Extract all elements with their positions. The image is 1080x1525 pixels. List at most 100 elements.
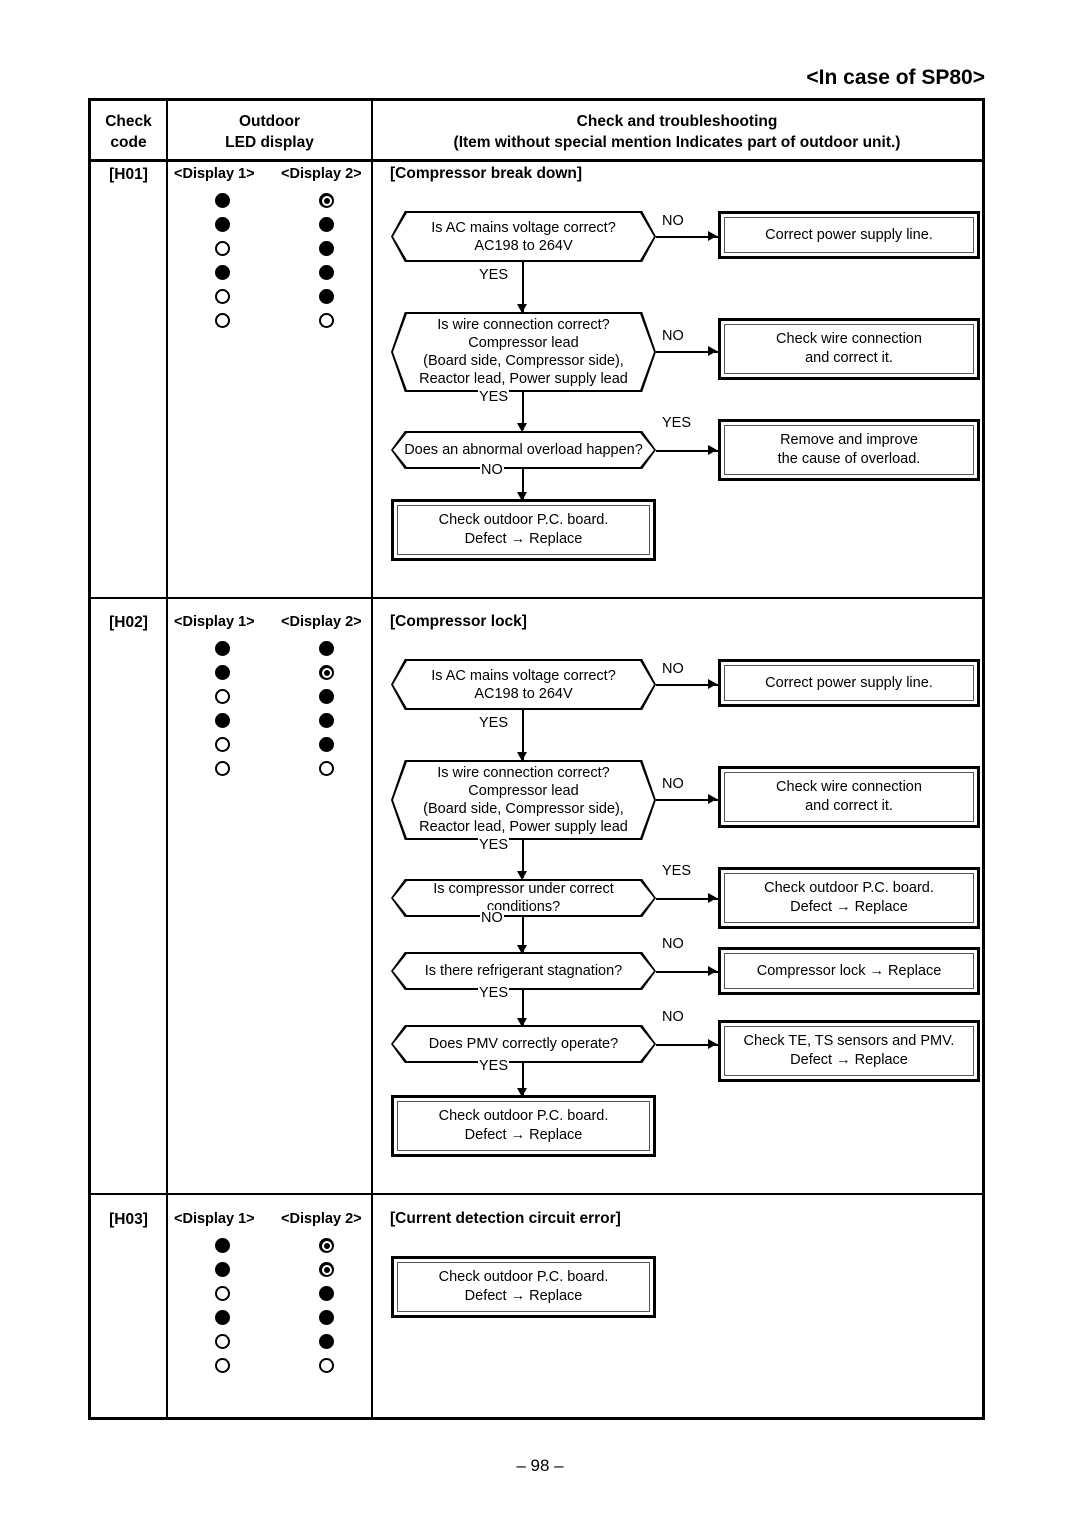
led-h03-d2-3 xyxy=(319,1286,334,1301)
decision-h02-d4-line1: Is there refrigerant stagnation? xyxy=(424,963,623,979)
arrowhead-h01-d2-yes xyxy=(517,423,527,432)
header-led-line2: LED display xyxy=(225,134,314,151)
action-h03-a1-line1: Check outdoor P.C. board. xyxy=(438,1269,609,1285)
arrowhead-h01-d3-yes xyxy=(708,445,717,455)
action-h02-a5-line2: Defect → Replace xyxy=(790,1052,908,1068)
action-h01-a3-line1: Remove and improve xyxy=(780,432,918,448)
action-h02-a2-line2: and correct it. xyxy=(805,798,893,814)
row-divider-h01-h02 xyxy=(91,597,982,599)
decision-h01-d2: Is wire connection correct? Compressor l… xyxy=(391,312,656,392)
decision-h01-d3-line1: Does an abnormal overload happen? xyxy=(404,442,643,458)
label-h01-d2-no: NO xyxy=(661,328,685,344)
led-h02-d2-1 xyxy=(319,641,334,656)
label-h02-d2-no: NO xyxy=(661,776,685,792)
led-h01-d1-2 xyxy=(215,217,230,232)
led-h02-d2-4 xyxy=(319,713,334,728)
led-h01-d2-2 xyxy=(319,217,334,232)
led-h01-d1-3 xyxy=(215,241,230,256)
label-h01-d1-yes: YES xyxy=(478,267,510,283)
led-h03-d2-2 xyxy=(319,1262,334,1277)
led-h01-d2-1 xyxy=(319,193,334,208)
led-h02-d1-3 xyxy=(215,689,230,704)
led-h02-d1-6 xyxy=(215,761,230,776)
action-h03-a1-line2: Defect → Replace xyxy=(464,1288,583,1304)
header-check-troubleshooting: Check and troubleshooting (Item without … xyxy=(373,111,981,153)
led-h03-d2-4 xyxy=(319,1310,334,1325)
led-h01-d1-6 xyxy=(215,313,230,328)
decision-h01-d2-line1: Is wire connection correct? xyxy=(437,317,610,333)
action-h02-a1: Correct power supply line. xyxy=(718,659,980,707)
action-h02-a4: Compressor lock → Replace xyxy=(718,947,980,995)
manual-page: <In case of SP80> Check code Outdoor LED… xyxy=(0,0,1080,1525)
action-h02-a1-line1: Correct power supply line. xyxy=(765,674,933,691)
check-code-h03: [H03] xyxy=(109,1211,148,1228)
label-h02-d5-no: NO xyxy=(661,1009,685,1025)
error-name-h01: [Compressor break down] xyxy=(390,165,583,182)
action-h01-a2-line1: Check wire connection xyxy=(776,331,922,347)
led-h02-d1-2 xyxy=(215,665,230,680)
display2-label-h03: <Display 2> xyxy=(281,1211,362,1227)
display1-label-h01: <Display 1> xyxy=(174,166,255,182)
arrowhead-h02-d3-yes xyxy=(708,893,717,903)
action-h02-a5: Check TE, TS sensors and PMV. Defect → R… xyxy=(718,1020,980,1082)
decision-h02-d2-line3: (Board side, Compressor side), xyxy=(423,801,624,817)
display1-label-h02: <Display 1> xyxy=(174,614,255,630)
decision-h02-d4: Is there refrigerant stagnation? xyxy=(391,952,656,990)
decision-h02-d2-line4: Reactor lead, Power supply lead xyxy=(419,819,628,835)
decision-h01-d2-line4: Reactor lead, Power supply lead xyxy=(419,371,628,387)
header-led-line1: Outdoor xyxy=(238,113,301,130)
led-h01-d1-5 xyxy=(215,289,230,304)
check-code-h01: [H01] xyxy=(109,166,148,183)
error-name-h03: [Current detection circuit error] xyxy=(390,1210,621,1227)
led-h03-d1-3 xyxy=(215,1286,230,1301)
label-h02-d1-no: NO xyxy=(661,661,685,677)
arrowhead-h02-d2-no xyxy=(708,794,717,804)
header-ct-line2: (Item without special mention Indicates … xyxy=(453,134,901,151)
action-h02-a2-line1: Check wire connection xyxy=(776,779,922,795)
label-h02-d5-yes: YES xyxy=(478,1058,510,1074)
decision-h02-d5: Does PMV correctly operate? xyxy=(391,1025,656,1063)
action-h02-a6-line2: Defect → Replace xyxy=(464,1127,583,1143)
arrowhead-h02-d4-no xyxy=(708,966,717,976)
action-h02-a6-line1: Check outdoor P.C. board. xyxy=(438,1108,609,1124)
action-h01-a4: Check outdoor P.C. board. Defect → Repla… xyxy=(391,499,656,561)
decision-h02-d3-line1: Is compressor under correct conditions? xyxy=(433,881,614,915)
led-h01-d2-5 xyxy=(319,289,334,304)
led-h01-d2-3 xyxy=(319,241,334,256)
arrowhead-h01-d1-no xyxy=(708,231,717,241)
page-number: – 98 – xyxy=(516,1456,564,1475)
led-h03-d2-1 xyxy=(319,1238,334,1253)
decision-h01-d2-line2: Compressor lead xyxy=(468,335,579,351)
led-h03-d2-6 xyxy=(319,1358,334,1373)
display1-label-h03: <Display 1> xyxy=(174,1211,255,1227)
label-h01-d1-no: NO xyxy=(661,213,685,229)
check-code-h02: [H02] xyxy=(109,614,148,631)
led-h02-d2-3 xyxy=(319,689,334,704)
action-h01-a2-line2: and correct it. xyxy=(805,350,893,366)
action-h02-a6: Check outdoor P.C. board. Defect → Repla… xyxy=(391,1095,656,1157)
action-h03-a1: Check outdoor P.C. board. Defect → Repla… xyxy=(391,1256,656,1318)
header-led-display: Outdoor LED display xyxy=(168,111,371,153)
action-h01-a4-line2: Defect → Replace xyxy=(464,531,583,547)
error-name-h02: [Compressor lock] xyxy=(390,613,527,630)
column-divider-2 xyxy=(371,101,373,1417)
led-h02-d1-5 xyxy=(215,737,230,752)
action-h01-a2: Check wire connection and correct it. xyxy=(718,318,980,380)
action-h02-a4-line1: Compressor lock → Replace xyxy=(756,962,942,979)
arrowhead-h02-d1-yes xyxy=(517,752,527,761)
led-h03-d1-6 xyxy=(215,1358,230,1373)
led-h01-d1-1 xyxy=(215,193,230,208)
led-h02-d1-1 xyxy=(215,641,230,656)
action-h02-a3-line2: Defect → Replace xyxy=(790,899,908,915)
action-h02-a3: Check outdoor P.C. board. Defect → Repla… xyxy=(718,867,980,929)
arrowhead-h02-d1-no xyxy=(708,679,717,689)
arrowhead-h01-d2-no xyxy=(708,346,717,356)
led-h01-d2-4 xyxy=(319,265,334,280)
led-h03-d1-5 xyxy=(215,1334,230,1349)
page-title: <In case of SP80> xyxy=(806,66,985,89)
led-h02-d2-5 xyxy=(319,737,334,752)
decision-h02-d1-line2: AC198 to 264V xyxy=(474,685,573,702)
decision-h01-d1: Is AC mains voltage correct? AC198 to 26… xyxy=(391,211,656,262)
action-h01-a3-line2: the cause of overload. xyxy=(777,451,921,467)
decision-h02-d1-line1: Is AC mains voltage correct? xyxy=(431,667,616,684)
